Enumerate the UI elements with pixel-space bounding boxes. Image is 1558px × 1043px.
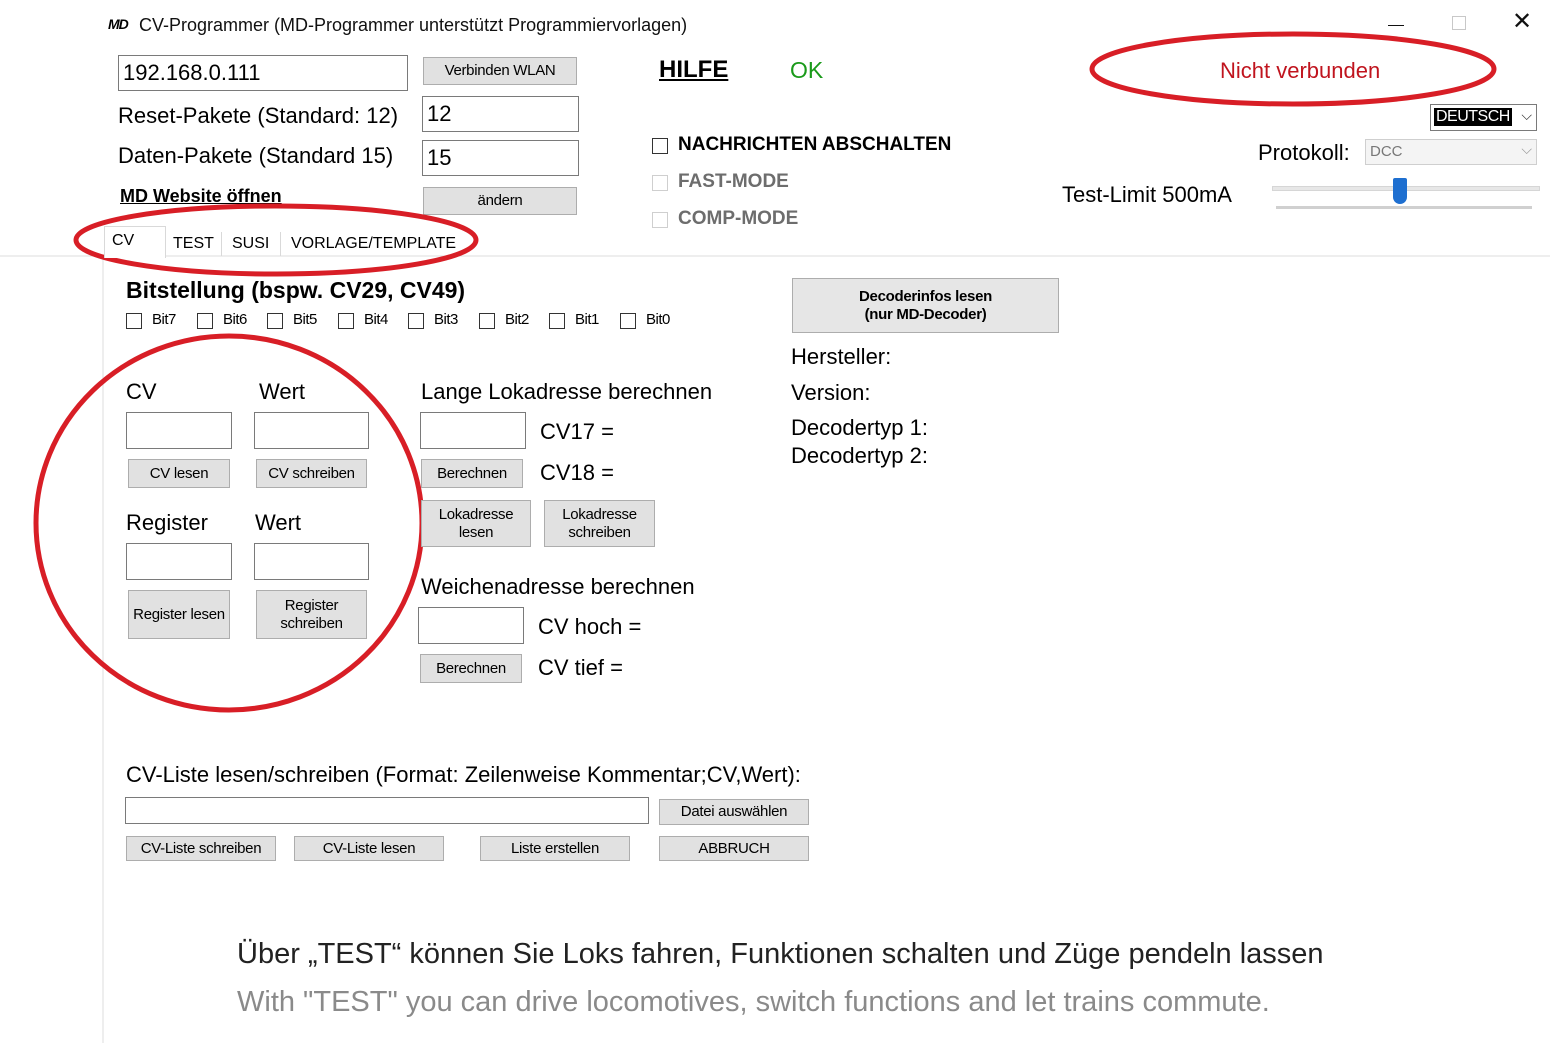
choose-file-button[interactable]: Datei auswählen xyxy=(659,799,809,825)
tab-cv[interactable]: CV xyxy=(112,229,134,253)
bits-heading: Bitstellung (bspw. CV29, CV49) xyxy=(126,277,466,303)
caption-german: Über „TEST“ können Sie Loks fahren, Funk… xyxy=(237,938,1324,970)
bit-checkbox-bit0[interactable] xyxy=(620,313,636,329)
register-value-label: Wert xyxy=(255,510,302,535)
cv-read-button[interactable]: CV lesen xyxy=(128,459,230,488)
register-number-input[interactable] xyxy=(126,543,232,580)
cv-value-input[interactable] xyxy=(254,412,369,449)
decoder-info-button[interactable]: Decoderinfos lesen (nur MD-Decoder) xyxy=(792,278,1059,333)
annotation-ellipse-status xyxy=(1089,31,1497,107)
cv-low-label: CV tief = xyxy=(538,655,623,680)
cv-number-input[interactable] xyxy=(126,412,232,449)
cv-label: CV xyxy=(126,379,157,404)
loco-read-button[interactable]: Lokadresse lesen xyxy=(421,500,531,547)
bit-label: Bit1 xyxy=(575,311,599,328)
bit-label: Bit4 xyxy=(364,311,388,328)
create-list-button[interactable]: Liste erstellen xyxy=(480,836,630,861)
loco-calc-button[interactable]: Berechnen xyxy=(421,459,523,488)
annotation-layer xyxy=(0,31,1550,1043)
bit-checkbox-bit5[interactable] xyxy=(267,313,283,329)
cv-high-label: CV hoch = xyxy=(538,614,642,639)
register-read-button[interactable]: Register lesen xyxy=(128,590,230,639)
cvlist-write-button[interactable]: CV-Liste schreiben xyxy=(126,836,276,861)
abort-button[interactable]: ABBRUCH xyxy=(659,836,809,861)
cvlist-file-input[interactable] xyxy=(125,797,649,824)
register-value-input[interactable] xyxy=(254,543,369,580)
bit-checkbox-bit3[interactable] xyxy=(408,313,424,329)
loco-address-input[interactable] xyxy=(420,412,526,449)
bit-label: Bit2 xyxy=(505,311,529,328)
cv-write-button[interactable]: CV schreiben xyxy=(256,459,367,488)
register-label: Register xyxy=(126,510,208,535)
cvlist-read-button[interactable]: CV-Liste lesen xyxy=(294,836,444,861)
cv17-label: CV17 = xyxy=(540,419,614,444)
bit-checkbox-bit6[interactable] xyxy=(197,313,213,329)
cvlist-heading: CV-Liste lesen/schreiben (Format: Zeilen… xyxy=(126,762,801,787)
tab-test[interactable]: TEST xyxy=(173,232,214,256)
tab-susi[interactable]: SUSI xyxy=(232,232,269,256)
bit-label: Bit5 xyxy=(293,311,317,328)
bit-checkbox-bit4[interactable] xyxy=(338,313,354,329)
bit-label: Bit6 xyxy=(223,311,247,328)
cv-value-label: Wert xyxy=(259,379,306,404)
cv18-label: CV18 = xyxy=(540,460,614,485)
bit-label: Bit3 xyxy=(434,311,458,328)
version-label: Version: xyxy=(791,380,871,405)
bit-checkbox-bit7[interactable] xyxy=(126,313,142,329)
turnout-heading: Weichenadresse berechnen xyxy=(421,574,695,599)
decoder-type1-label: Decodertyp 1: xyxy=(791,415,928,440)
decoder-info-line2: (nur MD-Decoder) xyxy=(864,305,987,323)
bit-checkbox-bit1[interactable] xyxy=(549,313,565,329)
decoder-info-line1: Decoderinfos lesen xyxy=(859,287,992,305)
register-write-button[interactable]: Register schreiben xyxy=(256,590,367,639)
bit-checkbox-bit2[interactable] xyxy=(479,313,495,329)
annotation-ellipse-cv xyxy=(33,333,425,713)
tab-vorlage-template[interactable]: VORLAGE/TEMPLATE xyxy=(291,232,456,256)
manufacturer-label: Hersteller: xyxy=(791,344,892,369)
turnout-address-input[interactable] xyxy=(418,607,524,644)
bit-label: Bit0 xyxy=(646,311,670,328)
loco-write-button[interactable]: Lokadresse schreiben xyxy=(544,500,655,547)
bit-label: Bit7 xyxy=(152,311,176,328)
loco-heading: Lange Lokadresse berechnen xyxy=(421,379,713,404)
turnout-calc-button[interactable]: Berechnen xyxy=(420,654,522,683)
decoder-type2-label: Decodertyp 2: xyxy=(791,443,928,468)
caption-english: With "TEST" you can drive locomotives, s… xyxy=(237,986,1270,1018)
